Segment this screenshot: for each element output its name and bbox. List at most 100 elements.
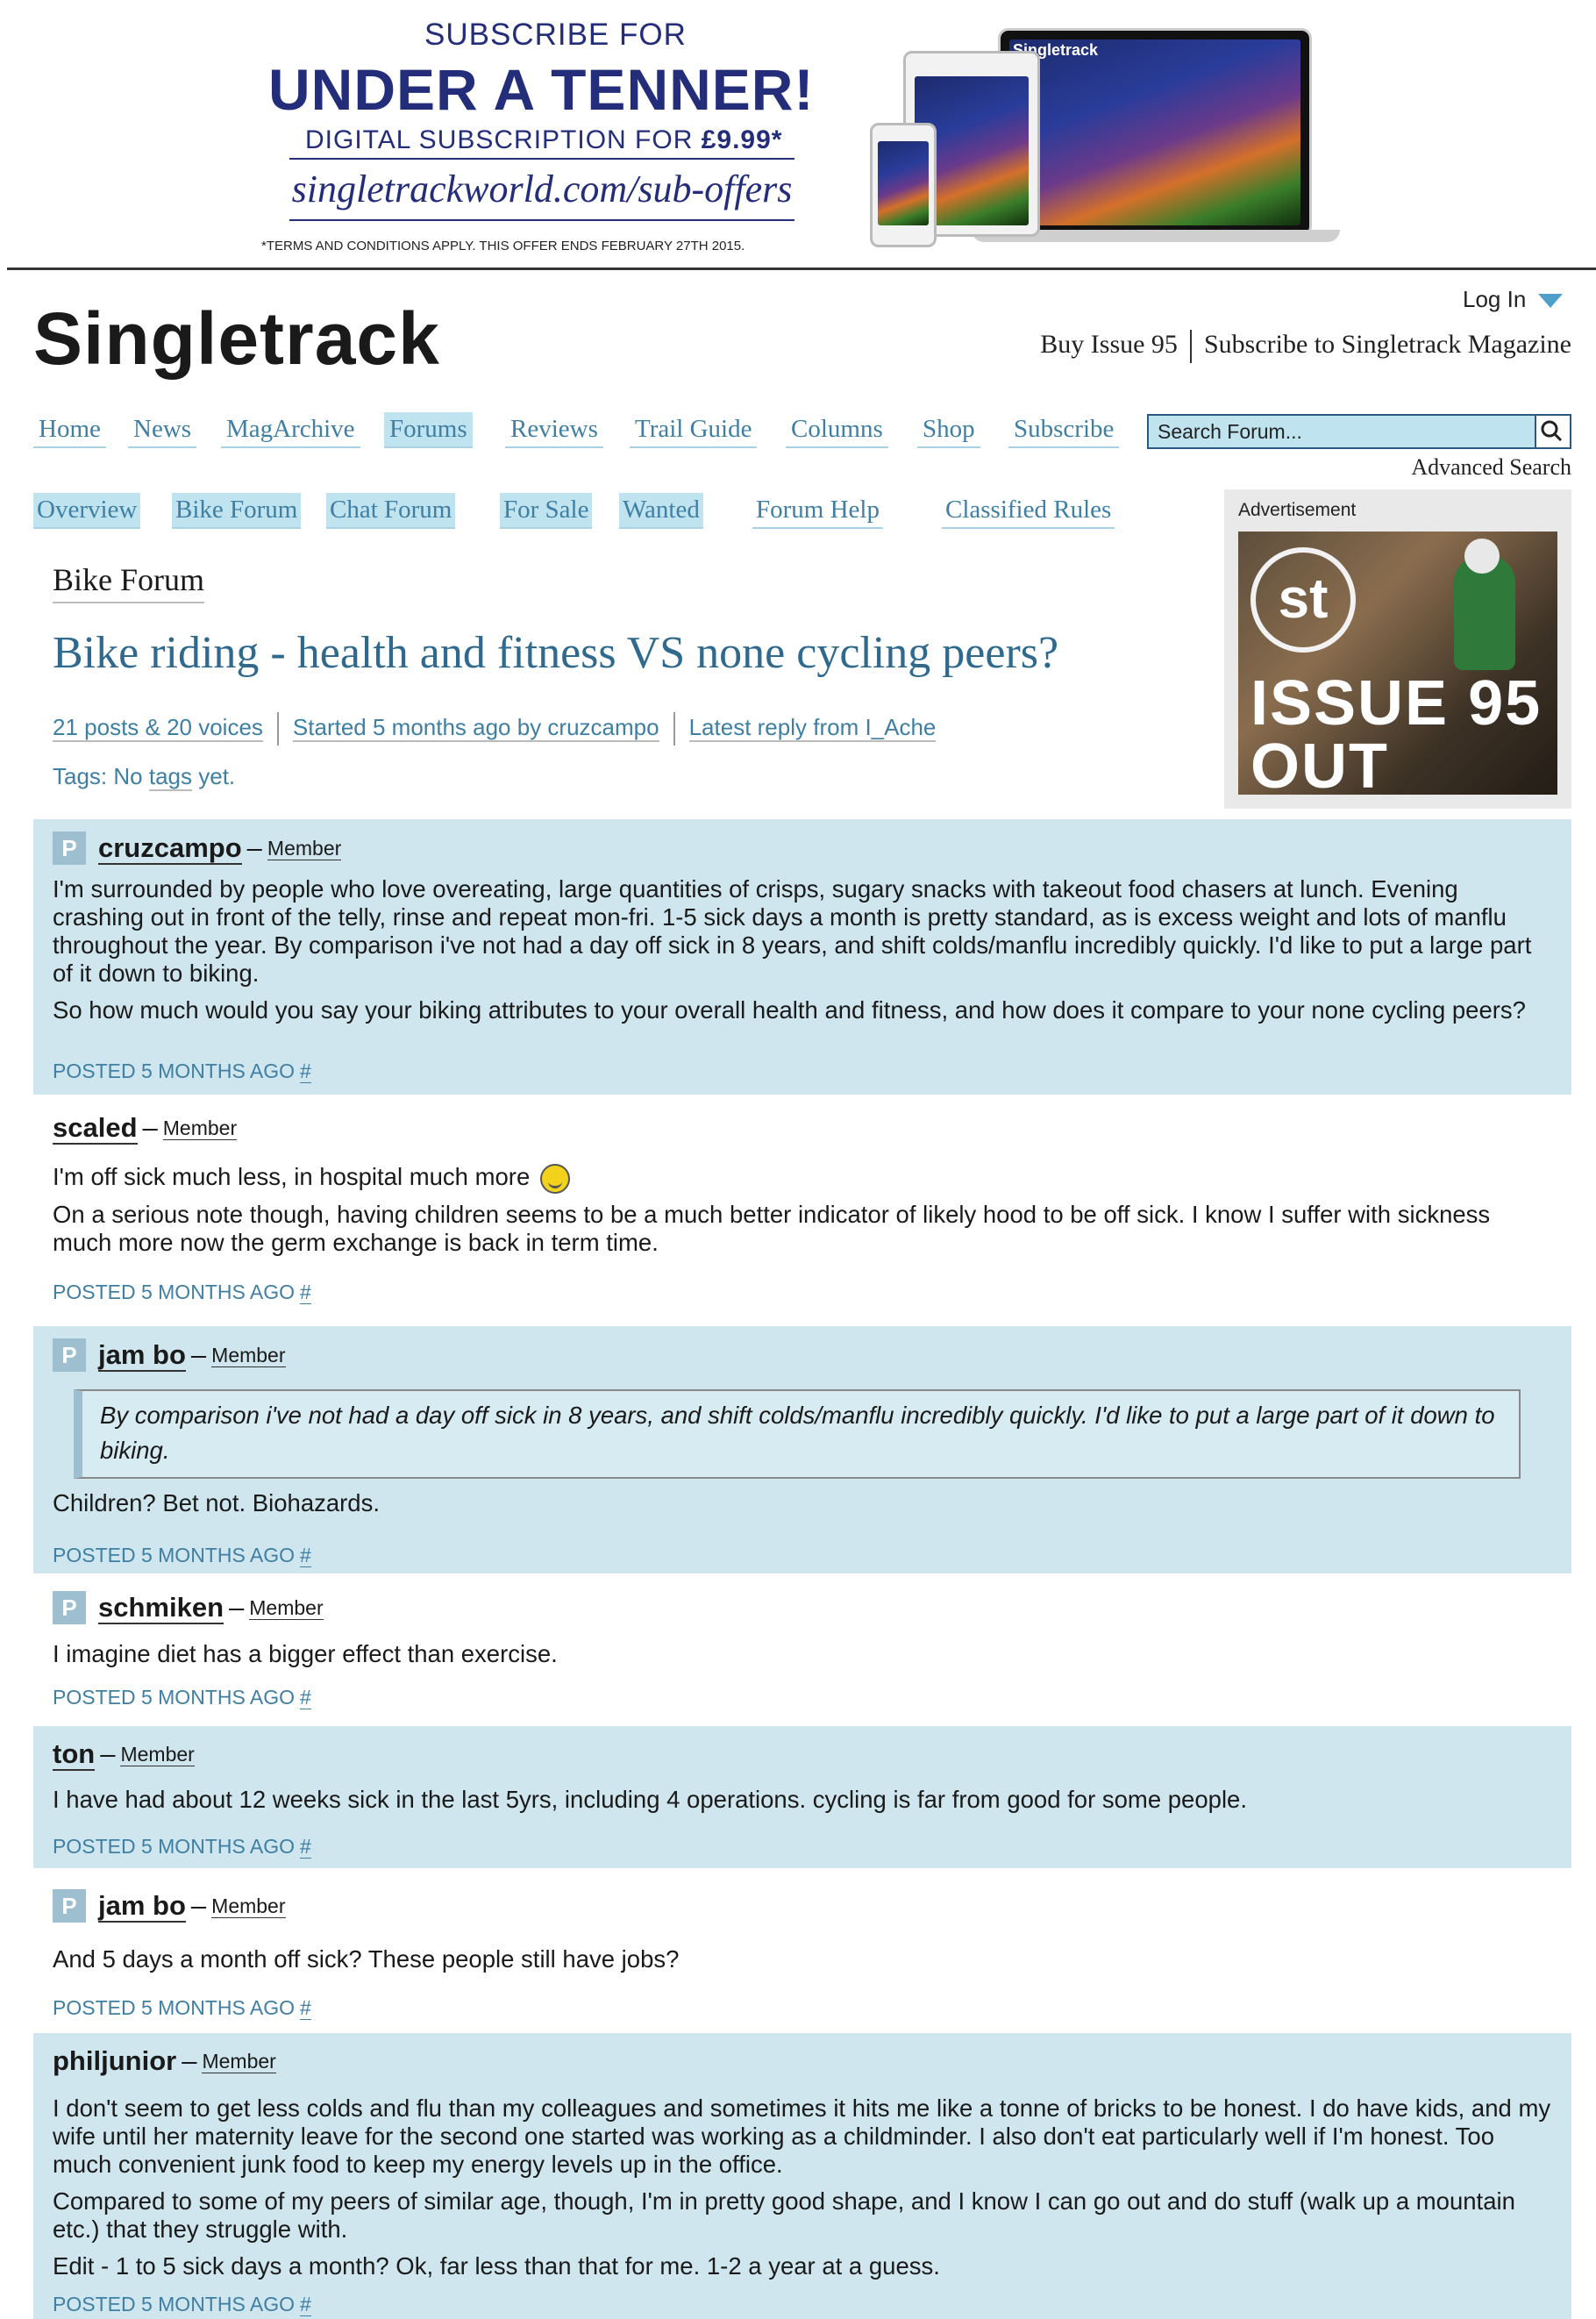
subnav-for-sale[interactable]: For Sale bbox=[500, 493, 593, 529]
posts-voices-count[interactable]: 21 posts & 20 voices bbox=[53, 713, 263, 742]
banner-divider bbox=[289, 158, 794, 160]
author-name[interactable]: jam bo bbox=[98, 1890, 186, 1923]
nav-shop[interactable]: Shop bbox=[917, 412, 980, 448]
nav-news[interactable]: News bbox=[128, 412, 197, 448]
post-header: Pcruzcampo – Member bbox=[53, 831, 342, 865]
nav-home[interactable]: Home bbox=[33, 412, 106, 448]
author-role[interactable]: Member bbox=[249, 1595, 324, 1620]
nav-subscribe[interactable]: Subscribe bbox=[1008, 412, 1120, 448]
search-button[interactable] bbox=[1535, 416, 1570, 447]
nav-columns[interactable]: Columns bbox=[786, 412, 888, 448]
permalink[interactable]: # bbox=[300, 1996, 311, 2020]
post-body: I don't seem to get less colds and flu t… bbox=[53, 2094, 1552, 2289]
subnav-classified-rules[interactable]: Classified Rules bbox=[942, 493, 1115, 529]
nav-trail-guide[interactable]: Trail Guide bbox=[630, 412, 758, 448]
author-name[interactable]: ton bbox=[53, 1738, 96, 1771]
avatar[interactable]: P bbox=[53, 1338, 86, 1372]
tags-link[interactable]: tags bbox=[148, 763, 193, 791]
avatar[interactable]: P bbox=[53, 1591, 86, 1624]
post-paragraph: I'm off sick much less, in hospital much… bbox=[53, 1163, 1552, 1194]
post-header: Pjam bo – Member bbox=[53, 1889, 286, 1923]
author-name[interactable]: cruzcampo bbox=[98, 832, 242, 865]
avatar[interactable]: P bbox=[53, 1889, 86, 1923]
permalink[interactable]: # bbox=[300, 1835, 311, 1859]
site-logo[interactable]: Singletrack bbox=[33, 296, 440, 382]
topic-tags: Tags: No tags yet. bbox=[53, 763, 235, 791]
st-logo: st bbox=[1250, 547, 1356, 653]
author-role[interactable]: Member bbox=[267, 836, 342, 860]
posted-label: POSTED 5 MONTHS AGO bbox=[53, 1544, 296, 1566]
posted-label: POSTED 5 MONTHS AGO bbox=[53, 1281, 296, 1303]
author-role[interactable]: Member bbox=[120, 1742, 195, 1766]
subscription-banner[interactable]: SUBSCRIBE FOR UNDER A TENNER! DIGITAL SU… bbox=[7, 0, 1596, 270]
post-paragraph: I have had about 12 weeks sick in the la… bbox=[53, 1786, 1247, 1813]
posted-label: POSTED 5 MONTHS AGO bbox=[53, 2293, 296, 2315]
subnav-wanted[interactable]: Wanted bbox=[619, 493, 703, 529]
post-body: I have had about 12 weeks sick in the la… bbox=[53, 1786, 1552, 1823]
tags-prefix: No bbox=[113, 763, 149, 789]
post-paragraph: I'm surrounded by people who love overea… bbox=[53, 875, 1532, 987]
posted-label: POSTED 5 MONTHS AGO bbox=[53, 1835, 296, 1858]
forum-post: Pjam bo – Member By comparison i've not ha… bbox=[33, 1326, 1571, 1573]
banner-url[interactable]: singletrackworld.com/sub-offers bbox=[289, 167, 794, 211]
subnav-chat-forum[interactable]: Chat Forum bbox=[326, 493, 456, 529]
author-role[interactable]: Member bbox=[211, 1894, 286, 1918]
subscribe-magazine-link[interactable]: Subscribe to Singletrack Magazine bbox=[1204, 330, 1571, 359]
banner-line-subscribe: SUBSCRIBE FOR bbox=[424, 18, 687, 52]
subnav-overview[interactable]: Overview bbox=[33, 493, 141, 529]
started-by[interactable]: Started 5 months ago by cruzcampo bbox=[292, 713, 659, 742]
divider bbox=[276, 712, 279, 746]
ad-headline: ISSUE 95OUT NOW bbox=[1250, 672, 1557, 795]
posted-label: POSTED 5 MONTHS AGO bbox=[53, 1060, 296, 1082]
nav-forums[interactable]: Forums bbox=[384, 412, 473, 448]
banner-price-prefix: DIGITAL SUBSCRIPTION FOR bbox=[305, 125, 702, 154]
author-role[interactable]: Member bbox=[162, 1116, 238, 1140]
advertisement-label: Advertisement bbox=[1238, 500, 1357, 520]
rider-helmet bbox=[1464, 539, 1500, 574]
nav-magarchive[interactable]: MagArchive bbox=[221, 412, 360, 448]
post-paragraph: Compared to some of my peers of similar … bbox=[53, 2187, 1515, 2243]
author-name[interactable]: scaled bbox=[53, 1112, 138, 1145]
permalink[interactable]: # bbox=[300, 1686, 311, 1709]
subnav-forum-help[interactable]: Forum Help bbox=[752, 493, 883, 529]
permalink[interactable]: # bbox=[300, 1544, 311, 1567]
laptop-image: Singletrack bbox=[998, 28, 1312, 237]
author-role[interactable]: Member bbox=[202, 2049, 276, 2073]
author-name[interactable]: philjunior bbox=[53, 2045, 176, 2076]
advanced-search-link[interactable]: Advanced Search bbox=[1411, 454, 1571, 481]
post-timestamp: POSTED 5 MONTHS AGO # bbox=[53, 1281, 311, 1304]
post-header: scaled – Member bbox=[53, 1112, 238, 1145]
breadcrumb[interactable]: Bike Forum bbox=[53, 561, 205, 603]
permalink[interactable]: # bbox=[300, 1281, 311, 1304]
permalink[interactable]: # bbox=[300, 1060, 311, 1083]
ad-image[interactable]: st ISSUE 95OUT NOW bbox=[1238, 532, 1557, 795]
login-link[interactable]: Log In bbox=[1463, 286, 1564, 313]
buy-issue-link[interactable]: Buy Issue 95 bbox=[1040, 330, 1178, 359]
forum-post: ton – Member I have had about 12 weeks sic… bbox=[33, 1726, 1571, 1868]
login-label: Log In bbox=[1463, 286, 1527, 312]
author-name[interactable]: jam bo bbox=[98, 1339, 186, 1372]
banner-headline: UNDER A TENNER! bbox=[268, 57, 815, 122]
banner-terms: *TERMS AND CONDITIONS APPLY. THIS OFFER … bbox=[261, 239, 745, 253]
subnav-bike-forum[interactable]: Bike Forum bbox=[172, 493, 302, 529]
post-paragraph: Edit - 1 to 5 sick days a month? Ok, far… bbox=[53, 2252, 940, 2280]
avatar[interactable]: P bbox=[53, 831, 86, 865]
forum-post: Pcruzcampo – Member I'm surrounded by peop… bbox=[33, 819, 1571, 1095]
author-name[interactable]: schmiken bbox=[98, 1592, 224, 1624]
post-header: ton – Member bbox=[53, 1738, 195, 1771]
post-body: I'm surrounded by people who love overea… bbox=[53, 875, 1552, 1033]
smiley-icon bbox=[540, 1163, 571, 1194]
advertisement[interactable]: Advertisement st ISSUE 95OUT NOW bbox=[1224, 489, 1571, 809]
nav-reviews[interactable]: Reviews bbox=[505, 412, 603, 448]
post-timestamp: POSTED 5 MONTHS AGO # bbox=[53, 1835, 311, 1859]
author-role[interactable]: Member bbox=[211, 1343, 286, 1367]
quoted-text: By comparison i've not had a day off sic… bbox=[74, 1389, 1521, 1479]
search-box bbox=[1147, 414, 1571, 449]
latest-reply[interactable]: Latest reply from I_Ache bbox=[688, 713, 937, 742]
posted-label: POSTED 5 MONTHS AGO bbox=[53, 1996, 296, 2019]
post-paragraph: On a serious note though, having childre… bbox=[53, 1200, 1491, 1256]
permalink[interactable]: # bbox=[300, 2293, 311, 2316]
posted-label: POSTED 5 MONTHS AGO bbox=[53, 1686, 296, 1709]
post-body: I imagine diet has a bigger effect than … bbox=[53, 1640, 1552, 1677]
search-input[interactable] bbox=[1149, 416, 1535, 447]
